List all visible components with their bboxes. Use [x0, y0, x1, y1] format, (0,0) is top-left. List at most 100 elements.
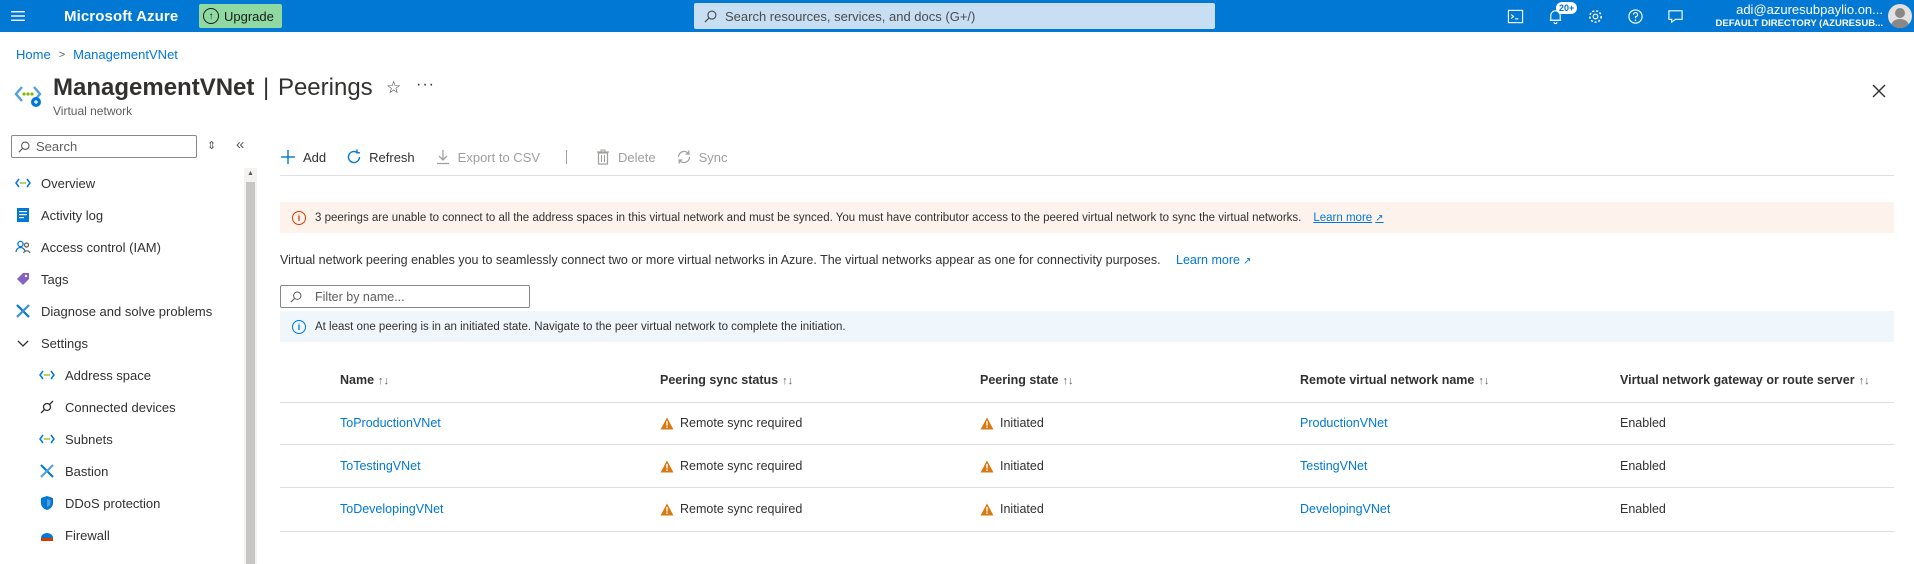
column-header-name[interactable]: Name ↑↓: [340, 373, 389, 387]
account-email: adi@azuresubpaylio.on...: [1736, 2, 1883, 17]
peering-state-cell: Initiated: [980, 459, 1044, 473]
sidebar-item-tags[interactable]: Tags: [14, 270, 68, 288]
sidebar-item-connected-devices[interactable]: Connected devices: [38, 398, 176, 416]
sidebar-item-label: Access control (IAM): [41, 239, 161, 255]
sync-status-text: Remote sync required: [680, 416, 803, 430]
global-search-input[interactable]: Search resources, services, and docs (G+…: [694, 3, 1215, 29]
peering-name-link[interactable]: ToTestingVNet: [340, 459, 421, 473]
feedback-icon[interactable]: [1655, 0, 1695, 32]
filter-by-name-input[interactable]: Filter by name...: [280, 285, 530, 308]
remote-vnet-link[interactable]: ProductionVNet: [1300, 416, 1388, 430]
sort-icon: ↑↓: [782, 375, 794, 387]
chevron-down-icon: [14, 334, 32, 352]
brand-title[interactable]: Microsoft Azure: [64, 8, 178, 25]
column-header-gateway[interactable]: Virtual network gateway or route server ↑…: [1620, 373, 1870, 387]
expand-collapse-icon[interactable]: ⇕: [207, 139, 216, 152]
upgrade-label: Upgrade: [224, 8, 274, 24]
add-button[interactable]: Add: [280, 149, 326, 165]
sidebar-item-label: Address space: [65, 367, 151, 383]
title-separator: |: [263, 74, 270, 101]
collapse-sidebar-icon[interactable]: «: [236, 136, 244, 153]
scrollbar-thumb[interactable]: [246, 182, 255, 564]
refresh-button[interactable]: Refresh: [346, 149, 415, 165]
export-label: Export to CSV: [457, 149, 541, 165]
sidebar-item-overview[interactable]: Overview: [14, 174, 95, 192]
warning-triangle-icon: [980, 503, 994, 515]
avatar[interactable]: [1888, 4, 1912, 28]
description-learn-more-link[interactable]: Learn more ↗: [1176, 253, 1251, 267]
peering-name-link[interactable]: ToDevelopingVNet: [340, 502, 444, 516]
more-options-icon[interactable]: ···: [416, 76, 435, 94]
sidebar-item-label: Settings: [41, 335, 88, 351]
sync-button[interactable]: Sync: [676, 149, 728, 165]
column-header-remote-vnet[interactable]: Remote virtual network name ↑↓: [1300, 373, 1489, 387]
warning-text: 3 peerings are unable to connect to all …: [315, 211, 1302, 224]
sidebar-item-firewall[interactable]: Firewall: [38, 526, 110, 544]
sort-icon: ↑↓: [1062, 375, 1074, 387]
table-divider: [280, 531, 1894, 532]
table-divider: [280, 402, 1894, 403]
sidebar-item-label: Diagnose and solve problems: [41, 303, 213, 319]
scroll-up-arrow-icon[interactable]: ▲: [247, 170, 254, 177]
table-divider: [280, 444, 1894, 445]
peering-state-text: Initiated: [1000, 416, 1044, 430]
trash-icon: [597, 149, 610, 165]
warning-triangle-icon: [660, 503, 674, 515]
peering-state-cell: Initiated: [980, 416, 1044, 430]
add-label: Add: [303, 149, 327, 165]
sidebar-item-diagnose[interactable]: Diagnose and solve problems: [14, 302, 212, 320]
peering-name-link[interactable]: ToProductionVNet: [340, 416, 441, 430]
warning-triangle-icon: [980, 460, 994, 472]
peering-state-text: Initiated: [1000, 502, 1044, 516]
upgrade-arrow-icon: ↑: [203, 8, 219, 24]
description-text: Virtual network peering enables you to s…: [280, 253, 1161, 267]
plus-icon: [281, 150, 295, 164]
column-header-label: Peering sync status: [660, 373, 779, 387]
description-learn-more-label: Learn more: [1176, 253, 1240, 267]
refresh-label: Refresh: [369, 149, 415, 165]
sync-icon: [677, 150, 690, 164]
sidebar-section-settings[interactable]: Settings: [14, 334, 88, 352]
info-icon: i: [292, 319, 306, 334]
subnet-icon: [38, 430, 56, 448]
delete-button[interactable]: Delete: [595, 149, 656, 165]
notifications-bell-icon[interactable]: 20+: [1535, 0, 1578, 32]
sidebar-item-address-space[interactable]: Address space: [38, 366, 151, 384]
breadcrumb-current-link[interactable]: ManagementVNet: [73, 47, 178, 62]
external-link-icon: ↗: [1375, 212, 1384, 224]
virtual-network-icon: [14, 86, 42, 107]
sidebar-item-iam[interactable]: Access control (IAM): [14, 238, 161, 256]
column-header-peering-state[interactable]: Peering state ↑↓: [980, 373, 1074, 387]
sidebar-item-label: Bastion: [65, 463, 109, 479]
sidebar-item-activity-log[interactable]: Activity log: [14, 206, 103, 224]
gateway-cell: Enabled: [1620, 416, 1666, 430]
sidebar-item-label: Connected devices: [65, 399, 176, 415]
column-header-sync-status[interactable]: Peering sync status ↑↓: [660, 373, 793, 387]
sidebar-search-input[interactable]: Search: [11, 135, 197, 158]
tag-icon: [14, 270, 32, 288]
upgrade-button[interactable]: ↑ Upgrade: [199, 4, 282, 28]
breadcrumb-home-link[interactable]: Home: [16, 47, 51, 62]
table-divider: [280, 487, 1894, 488]
remote-vnet-link[interactable]: DevelopingVNet: [1300, 502, 1390, 516]
hamburger-menu-icon[interactable]: [0, 0, 36, 32]
export-csv-button[interactable]: Export to CSV: [435, 149, 540, 165]
sidebar-search-placeholder: Search: [36, 139, 78, 154]
sidebar-item-ddos-protection[interactable]: DDoS protection: [38, 494, 160, 512]
help-question-icon[interactable]: [1615, 0, 1655, 32]
close-icon[interactable]: [1868, 80, 1890, 102]
sync-status-cell: Remote sync required: [660, 416, 802, 430]
sidebar-item-subnets[interactable]: Subnets: [38, 430, 113, 448]
settings-gear-icon[interactable]: [1575, 0, 1615, 32]
sidebar-item-label: Tags: [41, 271, 69, 287]
remote-vnet-link[interactable]: TestingVNet: [1300, 459, 1367, 473]
info-banner: i At least one peering is in an initiate…: [280, 311, 1894, 342]
cloud-shell-icon[interactable]: [1495, 0, 1535, 32]
favorite-star-icon[interactable]: ☆: [386, 78, 401, 98]
warning-triangle-icon: [980, 417, 994, 429]
sidebar-item-bastion[interactable]: Bastion: [38, 462, 108, 480]
sort-icon: ↑↓: [378, 375, 390, 387]
warning-learn-more-link[interactable]: Learn more ↗: [1313, 212, 1383, 224]
account-menu[interactable]: adi@azuresubpaylio.on... DEFAULT DIRECTO…: [1713, 2, 1884, 30]
sidebar-scrollbar[interactable]: ▲: [244, 168, 257, 564]
